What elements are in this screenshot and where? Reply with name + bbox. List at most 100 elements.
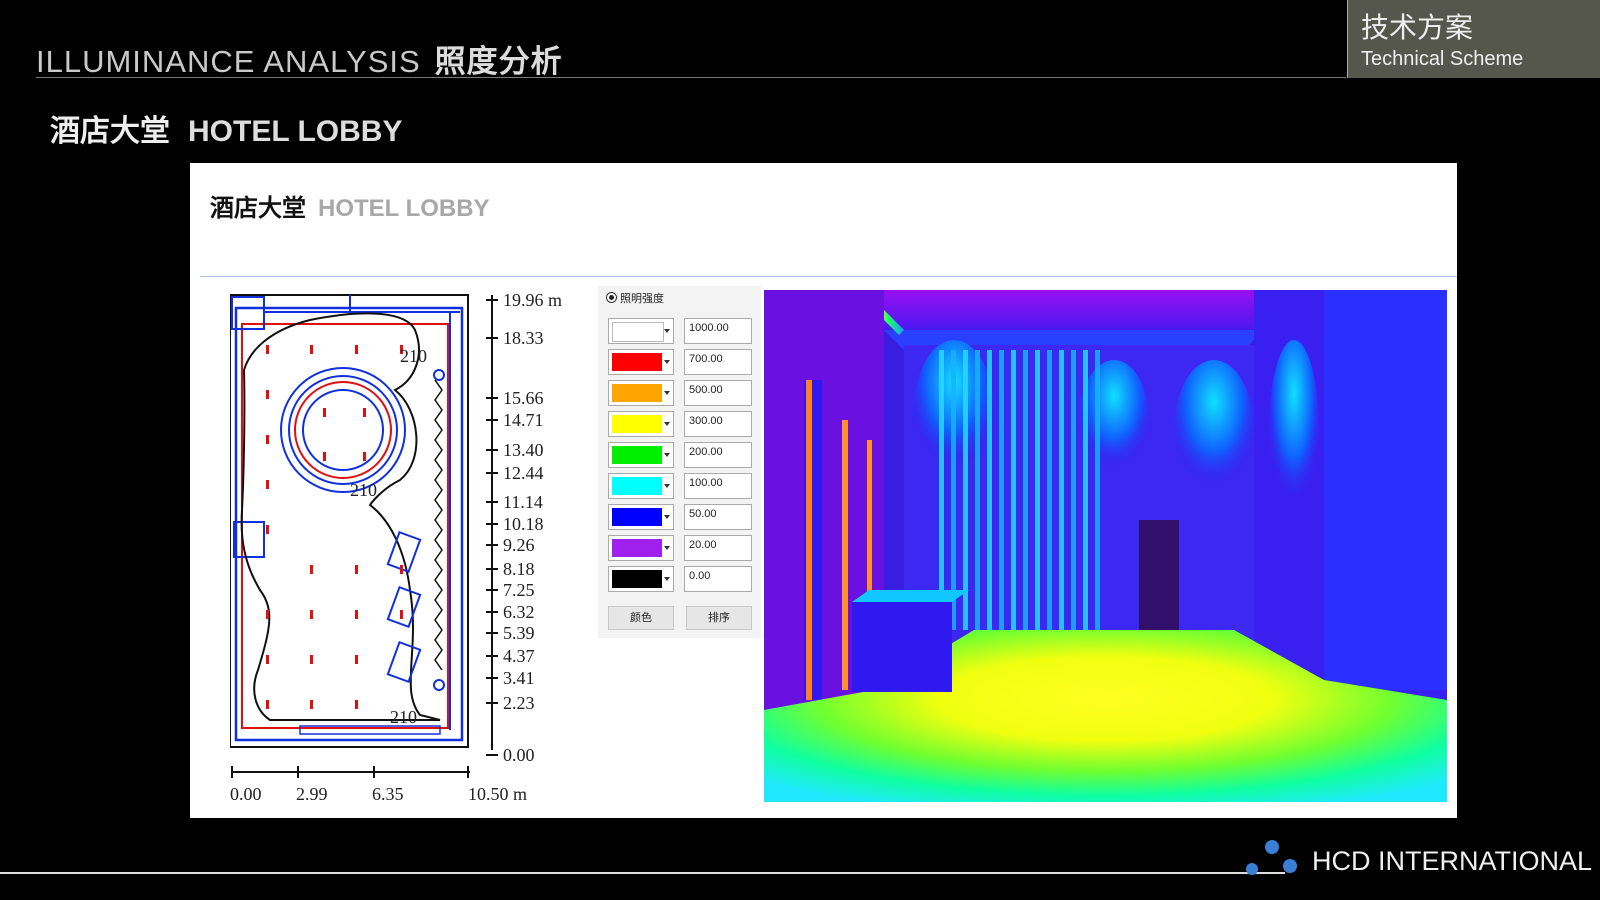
luminaire-mark xyxy=(310,345,313,354)
luminaire-mark xyxy=(355,345,358,354)
threshold-input[interactable]: 1000.00 xyxy=(684,318,752,344)
threshold-input[interactable]: 50.00 xyxy=(684,504,752,530)
dropdown-arrow-icon xyxy=(664,329,670,333)
luminaire-mark xyxy=(266,610,269,619)
render-slat xyxy=(1095,350,1100,630)
color-dropdown[interactable] xyxy=(608,535,674,561)
luminaire-mark xyxy=(310,565,313,574)
panel-title-en: HOTEL LOBBY xyxy=(318,195,490,222)
render-doorway xyxy=(1139,520,1179,640)
plan-contour-210 xyxy=(240,312,441,721)
threshold-input[interactable]: 100.00 xyxy=(684,473,752,499)
page-title-cn: 照度分析 xyxy=(434,44,563,79)
threshold-input[interactable]: 300.00 xyxy=(684,411,752,437)
legend-row: 20.00 xyxy=(598,534,761,564)
render-slat xyxy=(999,350,1004,630)
render-slat xyxy=(1059,350,1064,630)
color-swatch xyxy=(612,353,662,371)
legend-heading[interactable]: 照明强度 xyxy=(606,290,664,306)
color-swatch xyxy=(612,446,662,464)
luminaire-mark xyxy=(310,610,313,619)
render-slat xyxy=(987,350,992,630)
plan-seat-2 xyxy=(386,585,422,629)
luminaire-mark xyxy=(355,565,358,574)
y-scale-label: 5.39 xyxy=(503,623,535,643)
color-dropdown[interactable] xyxy=(608,504,674,530)
y-scale-label: 10.18 xyxy=(503,514,544,534)
y-scale-label: 8.18 xyxy=(503,559,535,579)
render-column-glow-2 xyxy=(842,420,848,690)
color-dropdown[interactable] xyxy=(608,442,674,468)
threshold-input[interactable]: 200.00 xyxy=(684,442,752,468)
render-slat xyxy=(1023,350,1028,630)
threshold-input[interactable]: 20.00 xyxy=(684,535,752,561)
y-scale-label: 19.96 m xyxy=(503,290,562,310)
render-desk-top xyxy=(852,590,969,602)
render-reception-desk xyxy=(852,602,952,692)
color-dropdown[interactable] xyxy=(608,349,674,375)
dropdown-arrow-icon xyxy=(664,577,670,581)
contour-label-3: 210 xyxy=(390,707,417,727)
footer-brand: HCD INTERNATIONAL xyxy=(1312,846,1593,876)
y-scale-labels: 19.96 m 18.33 15.6614.71 13.40 12.44 11.1410.… xyxy=(486,290,562,765)
render-slat xyxy=(1011,350,1016,630)
luminaire-mark xyxy=(323,452,326,461)
luminaire-mark xyxy=(355,700,358,709)
analysis-panel: 酒店大堂 HOTEL LOBBY 210 210 210 19.96 m 18.… xyxy=(190,163,1457,818)
plan-blue-wall xyxy=(234,306,464,742)
threshold-input[interactable]: 500.00 xyxy=(684,380,752,406)
luminaire-mark xyxy=(400,565,403,574)
radio-icon[interactable] xyxy=(606,292,617,303)
y-scale-label: 3.41 xyxy=(503,668,535,688)
plan-wall-detail xyxy=(434,379,443,671)
luminaire-mark xyxy=(400,610,403,619)
color-dropdown[interactable] xyxy=(608,380,674,406)
legend-row: 50.00 xyxy=(598,503,761,533)
contour-label-2: 210 xyxy=(350,480,377,500)
luminaire-mark xyxy=(266,345,269,354)
panel-divider xyxy=(200,276,1457,277)
luminaire-mark xyxy=(310,700,313,709)
color-swatch xyxy=(612,570,662,588)
x-scale-label: 2.99 xyxy=(296,784,328,804)
scheme-badge-cn: 技术方案 xyxy=(1361,12,1474,43)
logo-dot-3 xyxy=(1246,863,1258,875)
color-dropdown[interactable] xyxy=(608,318,674,344)
scheme-badge-en: Technical Scheme xyxy=(1361,48,1524,70)
dropdown-arrow-icon xyxy=(664,422,670,426)
panel-title-cn: 酒店大堂 xyxy=(210,195,306,222)
dropdown-arrow-icon xyxy=(664,546,670,550)
color-dropdown[interactable] xyxy=(608,411,674,437)
plan-seat-3 xyxy=(386,640,422,684)
legend-row: 100.00 xyxy=(598,472,761,502)
luminaire-mark xyxy=(266,655,269,664)
y-scale-label: 14.71 xyxy=(503,410,544,430)
legend-row: 1000.00 xyxy=(598,317,761,347)
threshold-input[interactable]: 0.00 xyxy=(684,566,752,592)
sort-button[interactable]: 排序 xyxy=(686,606,752,630)
color-dropdown[interactable] xyxy=(608,566,674,592)
legend-row: 500.00 xyxy=(598,379,761,409)
plan-ring-mid xyxy=(288,375,398,485)
legend-row: 0.00 xyxy=(598,565,761,595)
plan-side-box xyxy=(233,521,265,558)
dropdown-arrow-icon xyxy=(664,515,670,519)
color-dropdown[interactable] xyxy=(608,473,674,499)
luminaire-mark xyxy=(323,408,326,417)
y-scale-label: 2.23 xyxy=(503,693,535,713)
y-scale-label: 7.25 xyxy=(503,580,535,600)
render-slat xyxy=(963,350,968,630)
illuminance-render xyxy=(764,290,1447,802)
luminaire-mark xyxy=(355,655,358,664)
color-button[interactable]: 颜色 xyxy=(608,606,674,630)
legend-row: 700.00 xyxy=(598,348,761,378)
render-column-glow-1 xyxy=(806,380,812,700)
color-swatch xyxy=(612,384,662,402)
luminaire-mark xyxy=(266,435,269,444)
plan-red-outline xyxy=(241,323,449,729)
y-scale-label: 15.66 xyxy=(503,388,544,408)
threshold-input[interactable]: 700.00 xyxy=(684,349,752,375)
luminaire-mark xyxy=(363,452,366,461)
luminaire-mark xyxy=(355,610,358,619)
panel-title: 酒店大堂 HOTEL LOBBY xyxy=(210,188,490,223)
